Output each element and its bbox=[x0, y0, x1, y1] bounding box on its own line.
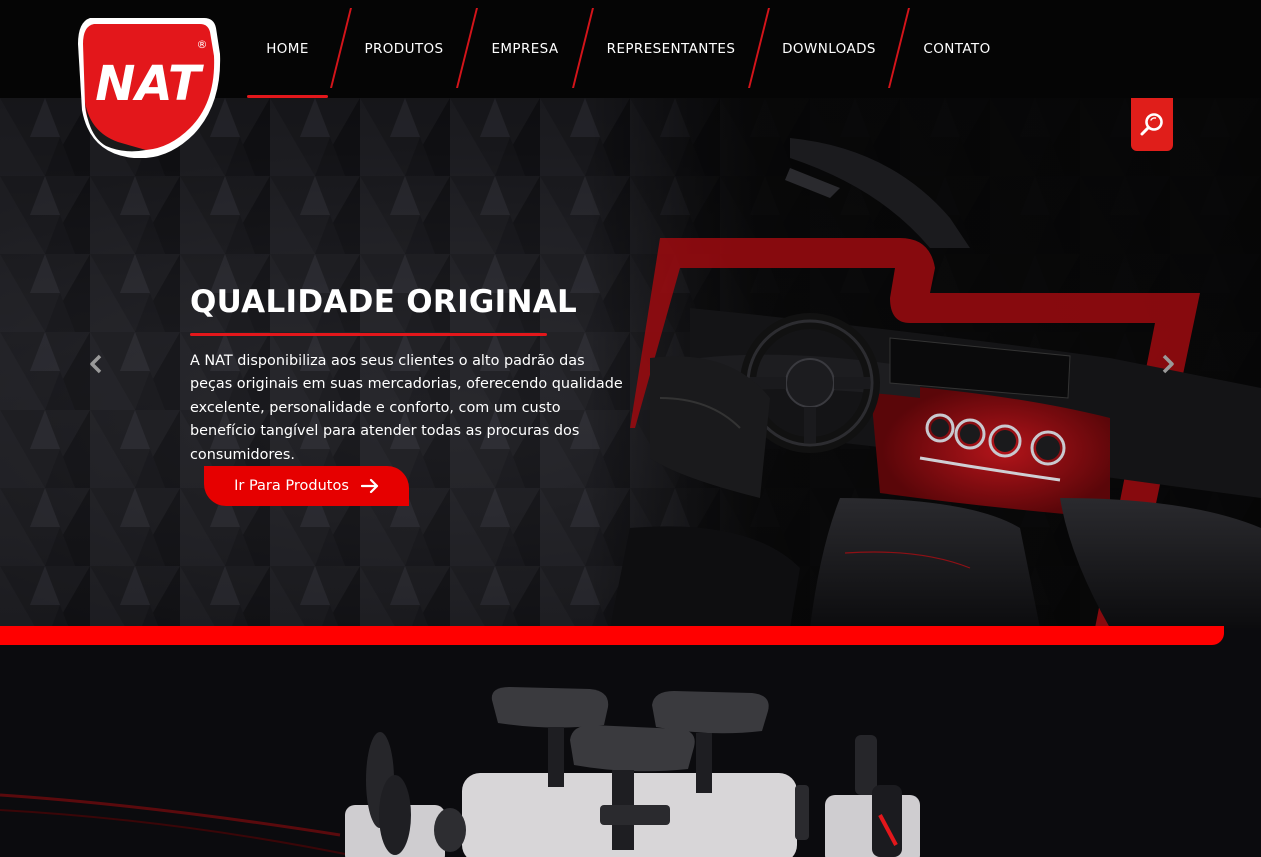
nav-contato-label: CONTATO bbox=[923, 41, 991, 57]
hero-title: QUALIDADE ORIGINAL bbox=[190, 284, 578, 320]
nat-logo[interactable]: NAT ® bbox=[76, 14, 222, 160]
products-showcase bbox=[0, 645, 1261, 857]
nav-home-label: HOME bbox=[266, 41, 309, 57]
go-to-products-button[interactable]: Ir Para Produtos bbox=[204, 466, 409, 506]
nav-produtos[interactable]: PRODUTOS bbox=[354, 0, 454, 98]
nav-separator bbox=[746, 0, 772, 98]
nav-empresa-label: EMPRESA bbox=[491, 41, 559, 57]
nav-representantes-label: REPRESENTANTES bbox=[606, 41, 736, 57]
nav-separator bbox=[454, 0, 480, 98]
hero-slider: QUALIDADE ORIGINAL A NAT disponibiliza a… bbox=[0, 98, 1261, 628]
nat-logo-icon: NAT ® bbox=[78, 18, 221, 158]
chevron-left-icon bbox=[90, 354, 102, 374]
svg-text:NAT: NAT bbox=[95, 56, 204, 112]
nav-separator bbox=[328, 0, 354, 98]
nav-downloads[interactable]: DOWNLOADS bbox=[772, 0, 886, 98]
hero-title-underline bbox=[190, 333, 547, 336]
nav-separator bbox=[570, 0, 596, 98]
nav-produtos-label: PRODUTOS bbox=[364, 41, 444, 57]
svg-text:®: ® bbox=[197, 38, 208, 51]
nav-empresa[interactable]: EMPRESA bbox=[480, 0, 570, 98]
armrest-product bbox=[491, 687, 769, 772]
main-nav: HOME PRODUTOS EMPRESA REPRESENTANTES DOW… bbox=[247, 0, 1002, 98]
slider-prev-button[interactable] bbox=[86, 350, 106, 378]
arrow-right-icon bbox=[360, 478, 378, 494]
nav-downloads-label: DOWNLOADS bbox=[782, 41, 876, 57]
nav-contato[interactable]: CONTATO bbox=[912, 0, 1002, 98]
nav-representantes[interactable]: REPRESENTANTES bbox=[596, 0, 746, 98]
go-to-products-label: Ir Para Produtos bbox=[234, 478, 349, 494]
hero-description: A NAT disponibiliza aos seus clientes o … bbox=[190, 353, 623, 463]
slider-next-button[interactable] bbox=[1158, 350, 1178, 378]
hero-bottom-red-bar bbox=[0, 626, 1224, 645]
search-icon bbox=[1140, 112, 1163, 135]
search-button[interactable] bbox=[1131, 98, 1173, 151]
chevron-right-icon bbox=[1162, 354, 1174, 374]
nav-home[interactable]: HOME bbox=[247, 0, 328, 98]
products-image bbox=[0, 687, 920, 857]
nav-separator bbox=[886, 0, 912, 98]
